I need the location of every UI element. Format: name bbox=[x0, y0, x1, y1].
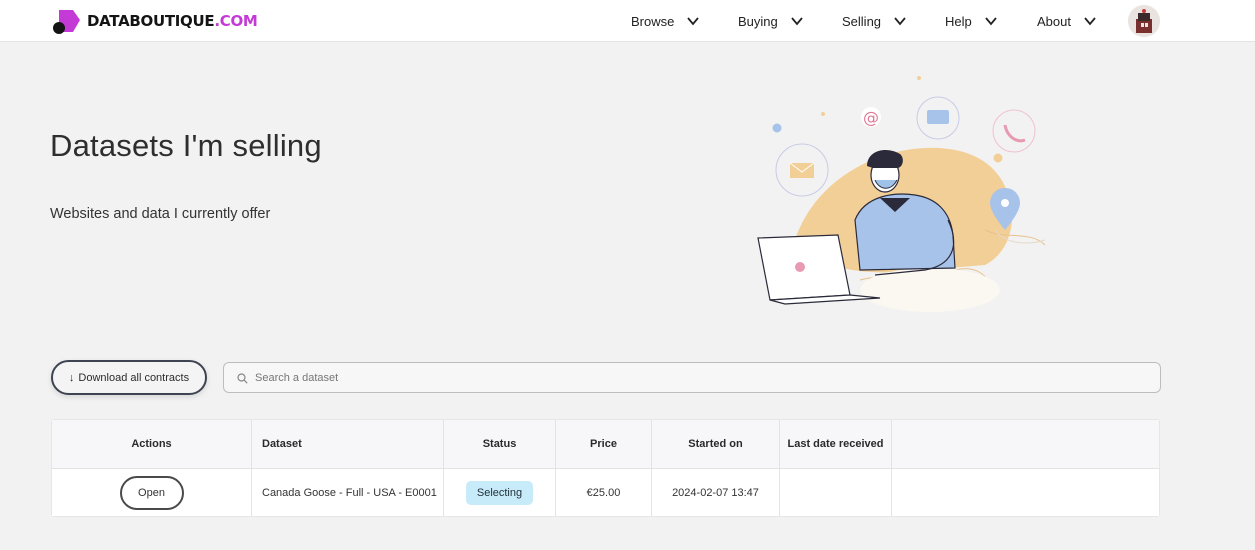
row-empty-cell bbox=[892, 469, 1159, 516]
top-nav-bar: DATABOUTIQUE.COM Browse Buying Selling H… bbox=[0, 0, 1255, 42]
download-all-contracts-button[interactable]: ↓ Download all contracts bbox=[51, 360, 207, 395]
page-subtitle: Websites and data I currently offer bbox=[50, 206, 271, 222]
column-header-price: Price bbox=[556, 420, 652, 468]
status-badge: Selecting bbox=[465, 480, 534, 505]
open-dataset-button[interactable]: Open bbox=[119, 475, 184, 510]
row-status-cell: Selecting bbox=[444, 469, 556, 516]
column-header-status: Status bbox=[444, 420, 556, 468]
chevron-down-icon bbox=[985, 17, 997, 26]
nav-browse[interactable]: Browse bbox=[631, 0, 700, 42]
user-avatar[interactable] bbox=[1128, 5, 1160, 37]
chevron-down-icon bbox=[791, 17, 803, 26]
column-header-empty bbox=[892, 420, 1159, 468]
page-title: Datasets I'm selling bbox=[50, 128, 322, 163]
download-all-contracts-label: Download all contracts bbox=[78, 371, 190, 384]
nav-about-label: About bbox=[1037, 13, 1071, 29]
search-icon bbox=[237, 373, 248, 384]
logo-mark-icon bbox=[53, 10, 80, 34]
table-row: Open Canada Goose - Full - USA - E0001 S… bbox=[52, 469, 1159, 516]
nav-browse-label: Browse bbox=[631, 13, 675, 29]
dataset-search-box bbox=[223, 362, 1161, 393]
nav-help[interactable]: Help bbox=[945, 0, 998, 42]
column-header-last-date-received: Last date received bbox=[780, 420, 892, 468]
nav-selling-label: Selling bbox=[842, 13, 882, 29]
row-price-cell: €25.00 bbox=[556, 469, 652, 516]
dataset-search-input[interactable] bbox=[255, 363, 1145, 392]
table-header: Actions Dataset Status Price Started on … bbox=[52, 420, 1159, 469]
column-header-started-on: Started on bbox=[652, 420, 780, 468]
datasets-table: Actions Dataset Status Price Started on … bbox=[51, 419, 1160, 517]
column-header-dataset: Dataset bbox=[252, 420, 444, 468]
nav-help-label: Help bbox=[945, 13, 972, 29]
nav-buying-label: Buying bbox=[738, 13, 778, 29]
nav-about[interactable]: About bbox=[1037, 0, 1097, 42]
chevron-down-icon bbox=[1084, 17, 1096, 26]
chevron-down-icon bbox=[894, 17, 906, 26]
arrow-down-icon: ↓ bbox=[68, 371, 75, 384]
row-dataset-cell: Canada Goose - Full - USA - E0001 bbox=[252, 469, 444, 516]
brand-name: DATABOUTIQUE.COM bbox=[87, 12, 258, 30]
nav-buying[interactable]: Buying bbox=[738, 0, 804, 42]
brand-logo[interactable]: DATABOUTIQUE.COM bbox=[53, 8, 258, 34]
chevron-down-icon bbox=[687, 17, 700, 26]
row-last-date-received-cell bbox=[780, 469, 892, 516]
hero-illustration: @ bbox=[757, 76, 1046, 312]
row-started-on-cell: 2024-02-07 13:47 bbox=[652, 469, 780, 516]
row-actions-cell: Open bbox=[52, 469, 252, 516]
nav-selling[interactable]: Selling bbox=[842, 0, 907, 42]
avatar-image bbox=[1128, 5, 1160, 37]
svg-text:@: @ bbox=[863, 108, 879, 127]
column-header-actions: Actions bbox=[52, 420, 252, 468]
